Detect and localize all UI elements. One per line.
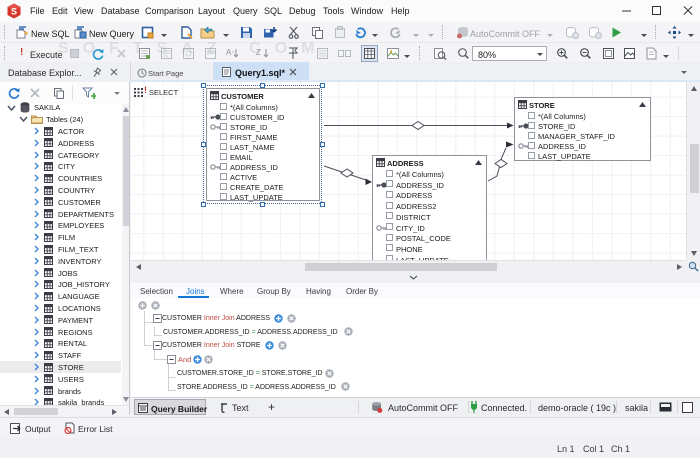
svg-text:S: S [11, 7, 17, 17]
